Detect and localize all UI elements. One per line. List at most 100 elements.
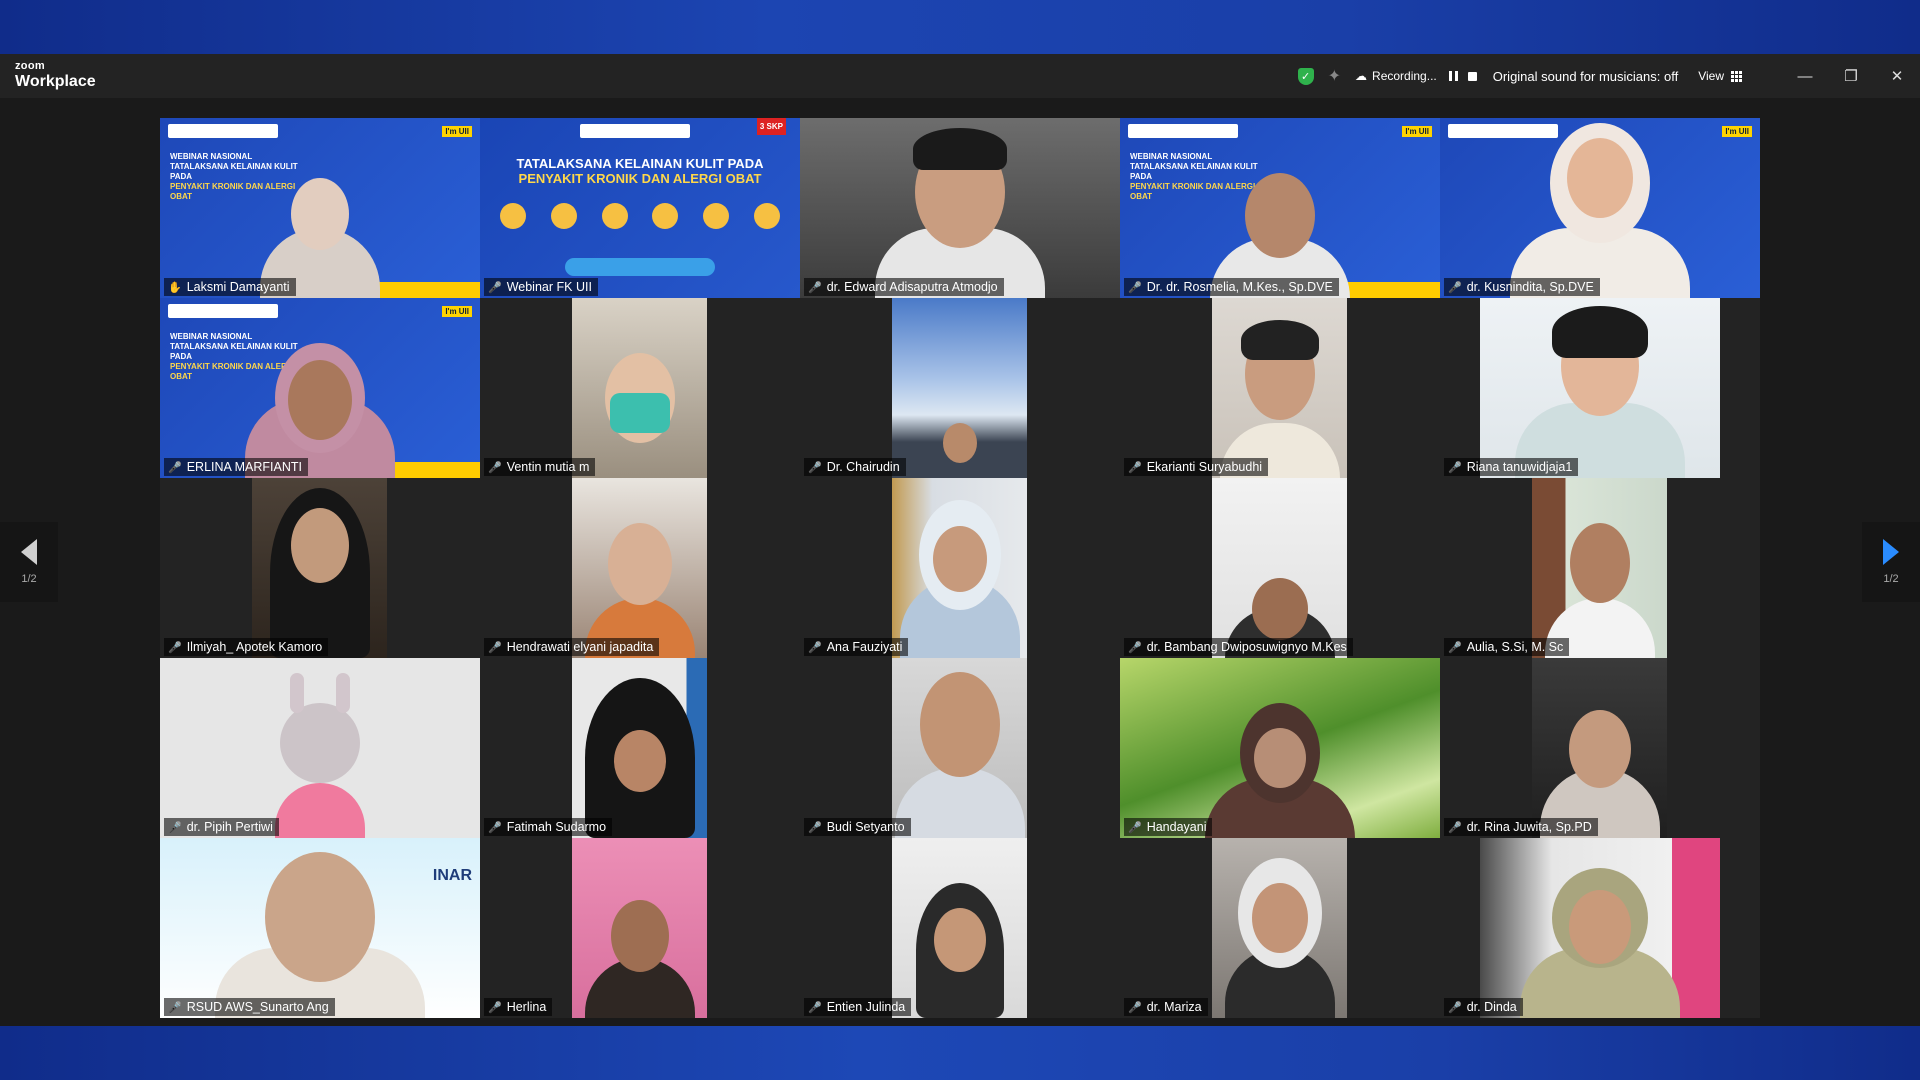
muted-mic-icon: 🎤 — [488, 821, 502, 834]
speaker-photos — [500, 203, 780, 229]
participant-tile[interactable]: 🎤 Ana Fauziyati — [800, 478, 1120, 658]
participant-name: 🎤 dr. Rina Juwita, Sp.PD — [1444, 818, 1598, 836]
skp-badge: 3 SKP — [756, 118, 786, 135]
title-bar: zoom Workplace ✓ ✦ ☁ Recording... Origin… — [0, 54, 1920, 98]
muted-mic-icon: 🎤 — [808, 461, 822, 474]
title-bar-controls: ✓ ✦ ☁ Recording... Original sound for mu… — [1297, 54, 1920, 98]
participant-tile[interactable]: 🎤 Handayani — [1120, 658, 1440, 838]
participant-name: 🎤 dr. Pipih Pertiwi — [164, 818, 279, 836]
participant-tile[interactable]: I'm UII WEBINAR NASIONAL TATALAKSANA KELA… — [160, 118, 480, 298]
original-sound-toggle[interactable]: Original sound for musicians: off — [1493, 69, 1678, 84]
participant-name: 🎤 dr. Kusnindita, Sp.DVE — [1444, 278, 1600, 296]
participant-name: 🎤 Fatimah Sudarmo — [484, 818, 613, 836]
muted-mic-icon: 🎤 — [488, 641, 502, 654]
participant-name: 🎤 Budi Setyanto — [804, 818, 911, 836]
sponsor-logos — [168, 124, 278, 138]
participant-tile[interactable]: 🎤 Ekarianti Suryabudhi — [1120, 298, 1440, 478]
participant-tile[interactable]: I'm UII WEBINAR NASIONAL TATALAKSANA KELA… — [1120, 118, 1440, 298]
participant-name: 🎤 Herlina — [484, 998, 553, 1016]
muted-mic-icon: 🎤 — [1448, 821, 1462, 834]
participant-name: 🎤 Ana Fauziyati — [804, 638, 909, 656]
participant-name: 🎤 Aulia, S.Si, M. Sc — [1444, 638, 1570, 656]
participant-name: 🎤 ERLINA MARFIANTI — [164, 458, 308, 476]
participant-tile[interactable]: 🎤 Fatimah Sudarmo — [480, 658, 800, 838]
participant-tile[interactable]: 🎤 Riana tanuwidjaja1 — [1440, 298, 1760, 478]
zoom-window: zoom Workplace ✓ ✦ ☁ Recording... Origin… — [0, 54, 1920, 1026]
chevron-left-icon — [21, 539, 37, 565]
participant-tile[interactable]: I'm UII WEBINAR NASIONAL TATALAKSANA KELA… — [160, 298, 480, 478]
participant-name: 🎤 dr. Edward Adisaputra Atmodjo — [804, 278, 1004, 296]
participant-tile[interactable]: 🎤 Hendrawati elyani japadita — [480, 478, 800, 658]
muted-mic-icon: 🎤 — [488, 461, 502, 474]
participant-name: 🎤 Dr. dr. Rosmelia, M.Kes., Sp.DVE — [1124, 278, 1339, 296]
participant-tile[interactable]: 🎤 dr. Dinda — [1440, 838, 1760, 1018]
previous-page-button[interactable]: 1/2 — [0, 522, 58, 602]
participant-name: 🎤 Entien Julinda — [804, 998, 912, 1016]
participant-tile[interactable]: 🎤 Herlina — [480, 838, 800, 1018]
muted-mic-icon: 🎤 — [1128, 1001, 1142, 1014]
participant-name: 🎤 RSUD AWS_Sunarto Ang — [164, 998, 335, 1016]
restore-button[interactable]: ❐ — [1828, 54, 1874, 98]
muted-mic-icon: 🎤 — [1448, 1001, 1462, 1014]
muted-mic-icon: 🎤 — [1128, 641, 1142, 654]
security-shield-icon[interactable]: ✓ — [1297, 67, 1314, 85]
grid-view-icon — [1731, 70, 1742, 82]
muted-mic-icon: 🎤 — [1128, 281, 1142, 294]
participant-tile[interactable]: 🎤 Budi Setyanto — [800, 658, 1120, 838]
muted-mic-icon: 🎤 — [168, 461, 182, 474]
close-button[interactable]: ✕ — [1874, 54, 1920, 98]
participant-tile[interactable]: 🎤 Entien Julinda — [800, 838, 1120, 1018]
chevron-right-icon — [1883, 539, 1899, 565]
participant-name: ✋ Laksmi Damayanti — [164, 278, 296, 296]
recording-label: Recording... — [1372, 69, 1437, 83]
participant-name: 🎤 Dr. Chairudin — [804, 458, 906, 476]
muted-mic-icon: 🎤 — [1448, 281, 1462, 294]
muted-mic-icon: 🎤 — [1128, 461, 1142, 474]
participant-tile[interactable]: 🎤 Aulia, S.Si, M. Sc — [1440, 478, 1760, 658]
muted-mic-icon: 🎤 — [1448, 461, 1462, 474]
brand-small-text: zoom — [15, 60, 45, 72]
participant-tile[interactable]: 🎤 dr. Rina Juwita, Sp.PD — [1440, 658, 1760, 838]
participant-tile[interactable]: I'm UII 🎤 dr. Kusnindita, Sp.DVE — [1440, 118, 1760, 298]
background-poster-fragment: INAR — [432, 867, 472, 884]
participant-tile[interactable]: 🎤 dr. Bambang Dwiposuwignyo M.Kes — [1120, 478, 1440, 658]
next-page-button[interactable]: 1/2 — [1862, 522, 1920, 602]
participant-tile[interactable]: 🎤 Ilmiyah_ Apotek Kamoro — [160, 478, 480, 658]
brand-big-text: Workplace — [15, 73, 96, 90]
ai-companion-icon[interactable]: ✦ — [1328, 66, 1341, 86]
zoom-logo: zoom Workplace — [15, 61, 96, 90]
page-indicator-left: 1/2 — [21, 573, 37, 585]
participant-tile[interactable]: INAR 🎤 RSUD AWS_Sunarto Ang — [160, 838, 480, 1018]
participant-tile[interactable]: 3 SKP TATALAKSANA KELAINAN KULIT PADA PEN… — [480, 118, 800, 298]
poster-title: TATALAKSANA KELAINAN KULIT PADA PENYAKIT … — [516, 156, 764, 186]
muted-mic-icon: 🎤 — [488, 281, 502, 294]
participant-video — [1245, 173, 1315, 258]
participant-name: 🎤 Hendrawati elyani japadita — [484, 638, 660, 656]
participant-tile[interactable]: 🎤 dr. Edward Adisaputra Atmodjo — [800, 118, 1120, 298]
participant-name: 🎤 dr. Mariza — [1124, 998, 1208, 1016]
muted-mic-icon: 🎤 — [808, 821, 822, 834]
recording-indicator: ☁ Recording... — [1355, 69, 1477, 83]
face-mask — [610, 393, 670, 433]
view-label: View — [1698, 69, 1724, 83]
pause-recording-button[interactable] — [1448, 71, 1458, 81]
participant-name: 🎤 dr. Bambang Dwiposuwignyo M.Kes — [1124, 638, 1353, 656]
view-button[interactable]: View — [1698, 69, 1742, 83]
muted-mic-icon: 🎤 — [488, 1001, 502, 1014]
muted-mic-icon: 🎤 — [808, 1001, 822, 1014]
page-indicator-right: 1/2 — [1883, 573, 1899, 585]
muted-mic-icon: 🎤 — [168, 1001, 182, 1014]
stop-recording-button[interactable] — [1467, 71, 1477, 81]
participant-name: 🎤 dr. Dinda — [1444, 998, 1523, 1016]
participant-name: 🎤 Riana tanuwidjaja1 — [1444, 458, 1579, 476]
muted-mic-icon: 🎤 — [808, 641, 822, 654]
minimize-button[interactable]: — — [1782, 54, 1828, 98]
participant-tile[interactable]: 🎤 Dr. Chairudin — [800, 298, 1120, 478]
participant-tile[interactable]: 🎤 dr. Mariza — [1120, 838, 1440, 1018]
desktop-background-bottom — [0, 1026, 1920, 1080]
participant-tile[interactable]: 🎤 dr. Pipih Pertiwi — [160, 658, 480, 838]
muted-mic-icon: 🎤 — [168, 641, 182, 654]
video-gallery: I'm UII WEBINAR NASIONAL TATALAKSANA KELA… — [160, 118, 1760, 1018]
webinar-banner-text: WEBINAR NASIONAL TATALAKSANA KELAINAN KUL… — [170, 152, 298, 201]
participant-tile[interactable]: 🎤 Ventin mutia m — [480, 298, 800, 478]
